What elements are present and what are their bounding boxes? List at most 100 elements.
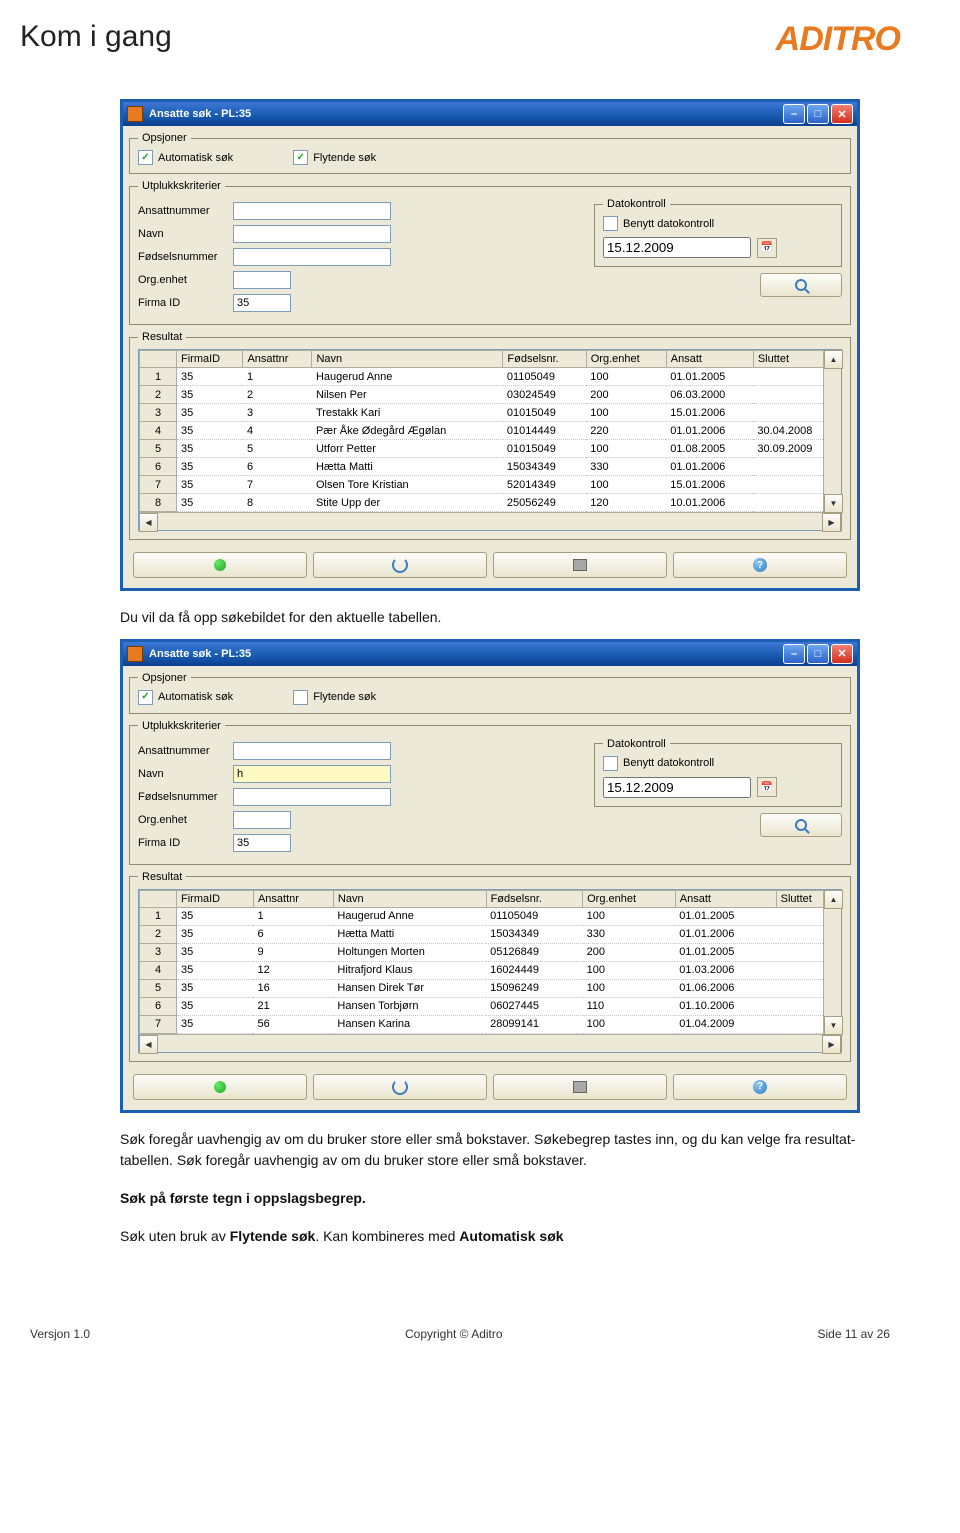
calendar-button[interactable]: 📅 (757, 238, 777, 258)
minimize-button[interactable]: – (783, 104, 805, 124)
firmaid-input[interactable] (233, 294, 291, 312)
table-cell: 15.01.2006 (666, 476, 753, 494)
minimize-button[interactable]: – (783, 644, 805, 664)
column-header[interactable]: Ansatt (675, 890, 776, 907)
close-button[interactable]: ✕ (831, 644, 853, 664)
print-button[interactable] (493, 552, 667, 578)
benytt-datokontroll-checkbox[interactable]: Benytt datokontroll (603, 756, 833, 771)
calendar-icon: 📅 (761, 782, 773, 793)
column-header[interactable]: Org.enhet (583, 890, 676, 907)
brand-logo: ADITRO (776, 20, 900, 59)
table-row[interactable]: 63521Hansen Torbjørn0602744511001.10.200… (140, 997, 841, 1015)
column-header[interactable]: Ansatt (666, 351, 753, 368)
firmaid-input[interactable] (233, 834, 291, 852)
table-row[interactable]: 5355Utforr Petter0101504910001.08.200530… (140, 440, 841, 458)
table-row[interactable]: 73556Hansen Karina2809914110001.04.2009 (140, 1015, 841, 1033)
column-header[interactable]: Navn (333, 890, 486, 907)
table-row[interactable]: 4354Pær Åke Ødegård Ægølan0101444922001.… (140, 422, 841, 440)
navn-label: Navn (138, 228, 233, 240)
maximize-button[interactable]: □ (807, 104, 829, 124)
scroll-up-icon[interactable]: ▲ (824, 350, 843, 369)
dato-input[interactable] (603, 237, 751, 258)
fodselsnummer-input[interactable] (233, 788, 391, 806)
titlebar[interactable]: Ansatte søk - PL:35 – □ ✕ (123, 642, 857, 666)
table-row[interactable]: 43512Hitrafjord Klaus1602444910001.03.20… (140, 961, 841, 979)
footer-version: Versjon 1.0 (30, 1327, 90, 1341)
navn-input[interactable] (233, 225, 391, 243)
ok-button[interactable] (133, 1074, 307, 1100)
table-cell: 01015049 (503, 440, 586, 458)
table-cell: 9 (253, 943, 333, 961)
scroll-up-icon[interactable]: ▲ (824, 890, 843, 909)
table-cell: 10.01.2006 (666, 494, 753, 512)
table-row[interactable]: 2352Nilsen Per0302454920006.03.2000 (140, 386, 841, 404)
table-cell: Hætta Matti (333, 925, 486, 943)
table-row[interactable]: 3359Holtungen Morten0512684920001.01.200… (140, 943, 841, 961)
table-row[interactable]: 1351Haugerud Anne0110504910001.01.2005 (140, 368, 841, 386)
floating-search-checkbox[interactable]: ✓ Flytende søk (293, 150, 376, 165)
ansattnummer-input[interactable] (233, 742, 391, 760)
table-row[interactable]: 53516Hansen Direk Tør1509624910001.06.20… (140, 979, 841, 997)
scroll-down-icon[interactable]: ▼ (824, 1016, 843, 1035)
vertical-scrollbar[interactable]: ▲ ▼ (823, 890, 841, 1035)
table-row[interactable]: 3353Trestakk Kari0101504910015.01.2006 (140, 404, 841, 422)
column-header[interactable]: FirmaID (177, 351, 243, 368)
ansattnummer-input[interactable] (233, 202, 391, 220)
column-header[interactable]: Fødselsnr. (503, 351, 586, 368)
table-cell: 6 (140, 997, 177, 1015)
scroll-right-icon[interactable]: ▶ (822, 513, 841, 532)
horizontal-scrollbar[interactable]: ◀ ▶ (139, 512, 841, 530)
result-table[interactable]: FirmaIDAnsattnrNavnFødselsnr.Org.enhetAn… (139, 350, 841, 512)
auto-search-checkbox[interactable]: ✓ Automatisk søk (138, 150, 233, 165)
horizontal-scrollbar[interactable]: ◀ ▶ (139, 1034, 841, 1052)
table-row[interactable]: 8358Stite Upp der2505624912010.01.2006 (140, 494, 841, 512)
table-row[interactable]: 7357Olsen Tore Kristian5201434910015.01.… (140, 476, 841, 494)
floating-search-label: Flytende søk (313, 691, 376, 703)
titlebar[interactable]: Ansatte søk - PL:35 – □ ✕ (123, 102, 857, 126)
table-cell: 01.01.2005 (675, 907, 776, 925)
table-cell: 01.10.2006 (675, 997, 776, 1015)
search-button[interactable] (760, 813, 842, 837)
benytt-datokontroll-checkbox[interactable]: Benytt datokontroll (603, 216, 833, 231)
column-header[interactable]: Ansattnr (243, 351, 312, 368)
scroll-left-icon[interactable]: ◀ (139, 1035, 158, 1054)
table-cell: 35 (177, 907, 254, 925)
table-row[interactable]: 1351Haugerud Anne0110504910001.01.2005 (140, 907, 841, 925)
column-header[interactable]: Navn (312, 351, 503, 368)
dato-input[interactable] (603, 777, 751, 798)
close-button[interactable]: ✕ (831, 104, 853, 124)
table-cell: 25056249 (503, 494, 586, 512)
navn-input[interactable] (233, 765, 391, 783)
scroll-right-icon[interactable]: ▶ (822, 1035, 841, 1054)
help-button[interactable]: ? (673, 552, 847, 578)
floating-search-checkbox[interactable]: Flytende søk (293, 690, 376, 705)
table-cell: 6 (243, 458, 312, 476)
column-header[interactable]: FirmaID (177, 890, 254, 907)
orgenhet-input[interactable] (233, 811, 291, 829)
vertical-scrollbar[interactable]: ▲ ▼ (823, 350, 841, 513)
table-cell: 35 (177, 1015, 254, 1033)
orgenhet-input[interactable] (233, 271, 291, 289)
help-button[interactable]: ? (673, 1074, 847, 1100)
print-button[interactable] (493, 1074, 667, 1100)
refresh-button[interactable] (313, 552, 487, 578)
column-header[interactable]: Fødselsnr. (486, 890, 583, 907)
column-header[interactable]: Org.enhet (586, 351, 666, 368)
calendar-button[interactable]: 📅 (757, 777, 777, 797)
table-cell: 6 (253, 925, 333, 943)
auto-search-checkbox[interactable]: ✓ Automatisk søk (138, 690, 233, 705)
table-row[interactable]: 2356Hætta Matti1503434933001.01.2006 (140, 925, 841, 943)
table-row[interactable]: 6356Hætta Matti1503434933001.01.2006 (140, 458, 841, 476)
scroll-left-icon[interactable]: ◀ (139, 513, 158, 532)
column-header[interactable]: Ansattnr (253, 890, 333, 907)
fodselsnummer-input[interactable] (233, 248, 391, 266)
table-cell: 3 (140, 943, 177, 961)
table-cell: 03024549 (503, 386, 586, 404)
table-cell: 1 (140, 368, 177, 386)
scroll-down-icon[interactable]: ▼ (824, 494, 843, 513)
refresh-button[interactable] (313, 1074, 487, 1100)
result-table[interactable]: FirmaIDAnsattnrNavnFødselsnr.Org.enhetAn… (139, 890, 841, 1034)
ok-button[interactable] (133, 552, 307, 578)
search-button[interactable] (760, 273, 842, 297)
maximize-button[interactable]: □ (807, 644, 829, 664)
